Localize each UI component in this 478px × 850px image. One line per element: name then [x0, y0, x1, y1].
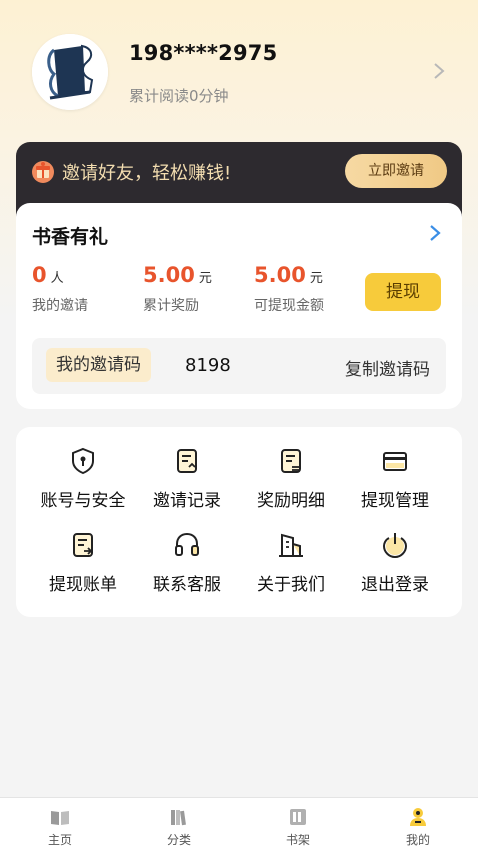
menu-label: 提现管理	[361, 491, 429, 511]
stat-value: 0	[32, 263, 47, 287]
stat-label: 可提现金额	[254, 298, 324, 314]
stat-unit: 元	[198, 271, 212, 286]
reward-detail-icon	[281, 449, 301, 473]
card-icon	[383, 452, 407, 471]
stat-unit: 元	[309, 271, 323, 286]
menu-withdraw-manage[interactable]: 提现管理	[343, 446, 447, 516]
menu-reward-detail[interactable]: 奖励明细	[239, 446, 343, 516]
menu-withdraw-bill[interactable]: 提现账单	[31, 530, 135, 600]
stat-unit: 人	[50, 271, 64, 286]
menu-label: 联系客服	[153, 575, 221, 595]
menu-invite-record[interactable]: 邀请记录	[135, 446, 239, 516]
menu-label: 退出登录	[361, 575, 429, 595]
menu-account-security[interactable]: 账号与安全	[31, 446, 135, 516]
menu-label: 账号与安全	[40, 491, 126, 511]
tab-label: 主页	[47, 833, 72, 847]
menu-label: 奖励明细	[257, 491, 325, 511]
avatar[interactable]	[32, 34, 108, 110]
tab-home[interactable]: 主页	[30, 806, 90, 848]
menu-label: 关于我们	[257, 575, 325, 595]
stat-value: 5.00	[254, 263, 306, 287]
bookshelf-icon	[290, 809, 306, 825]
power-icon	[382, 533, 408, 559]
stat-label: 我的邀请	[32, 298, 88, 314]
bottom-tab-bar: 主页 分类 书架 我的	[0, 797, 478, 850]
stat-value: 5.00	[143, 263, 195, 287]
withdraw-button[interactable]: 提现	[365, 273, 441, 311]
shield-icon	[72, 447, 94, 475]
chevron-right-icon[interactable]	[428, 223, 442, 243]
copy-invite-code-button[interactable]: 复制邀请码	[345, 355, 430, 380]
tab-mine[interactable]: 我的	[388, 806, 448, 848]
building-icon	[279, 533, 303, 557]
user-phone: 198****2975	[129, 41, 278, 65]
tab-label: 我的	[405, 833, 430, 847]
stat-label: 累计奖励	[143, 298, 199, 314]
stat-my-invites: 0人 我的邀请	[32, 263, 88, 315]
gift-icon	[32, 161, 54, 183]
menu-label: 提现账单	[49, 575, 117, 595]
reading-time: 累计阅读0分钟	[129, 87, 229, 105]
chevron-right-icon[interactable]	[432, 62, 446, 80]
tab-label: 书架	[285, 833, 310, 847]
menu-logout[interactable]: 退出登录	[343, 530, 447, 600]
user-icon	[410, 808, 426, 826]
invite-slogan: 邀请好友，轻松赚钱!	[62, 163, 232, 184]
reward-title: 书香有礼	[32, 226, 109, 248]
invite-code-label: 我的邀请码	[46, 348, 151, 382]
invite-now-button[interactable]: 立即邀请	[345, 154, 447, 188]
tab-category[interactable]: 分类	[149, 806, 209, 848]
headset-icon	[175, 532, 199, 556]
tab-bookshelf[interactable]: 书架	[268, 806, 328, 848]
menu-label: 邀请记录	[153, 491, 221, 511]
invite-code-value: 8198	[185, 355, 231, 376]
stat-withdrawable: 5.00 元 可提现金额	[254, 263, 324, 315]
menu-about-us[interactable]: 关于我们	[239, 530, 343, 600]
book-open-icon	[51, 811, 69, 825]
tab-label: 分类	[166, 833, 191, 847]
menu-customer-service[interactable]: 联系客服	[135, 530, 239, 600]
reward-card: 书香有礼 0人 我的邀请 5.00 元 累计奖励 5.00 元 可提现金额 提现 我…	[16, 203, 462, 409]
profile-header[interactable]: 198****2975 累计阅读0分钟	[0, 0, 478, 140]
stat-total-reward: 5.00 元 累计奖励	[143, 263, 212, 315]
bill-icon	[73, 533, 93, 557]
invite-record-icon	[177, 449, 197, 473]
books-icon	[171, 810, 186, 826]
invite-code-row: 我的邀请码 8198 复制邀请码	[32, 338, 446, 394]
menu-card: 账号与安全 邀请记录 奖励明细 提现管理 提现账单 联系客服 关于我们 退出登录	[16, 427, 462, 617]
